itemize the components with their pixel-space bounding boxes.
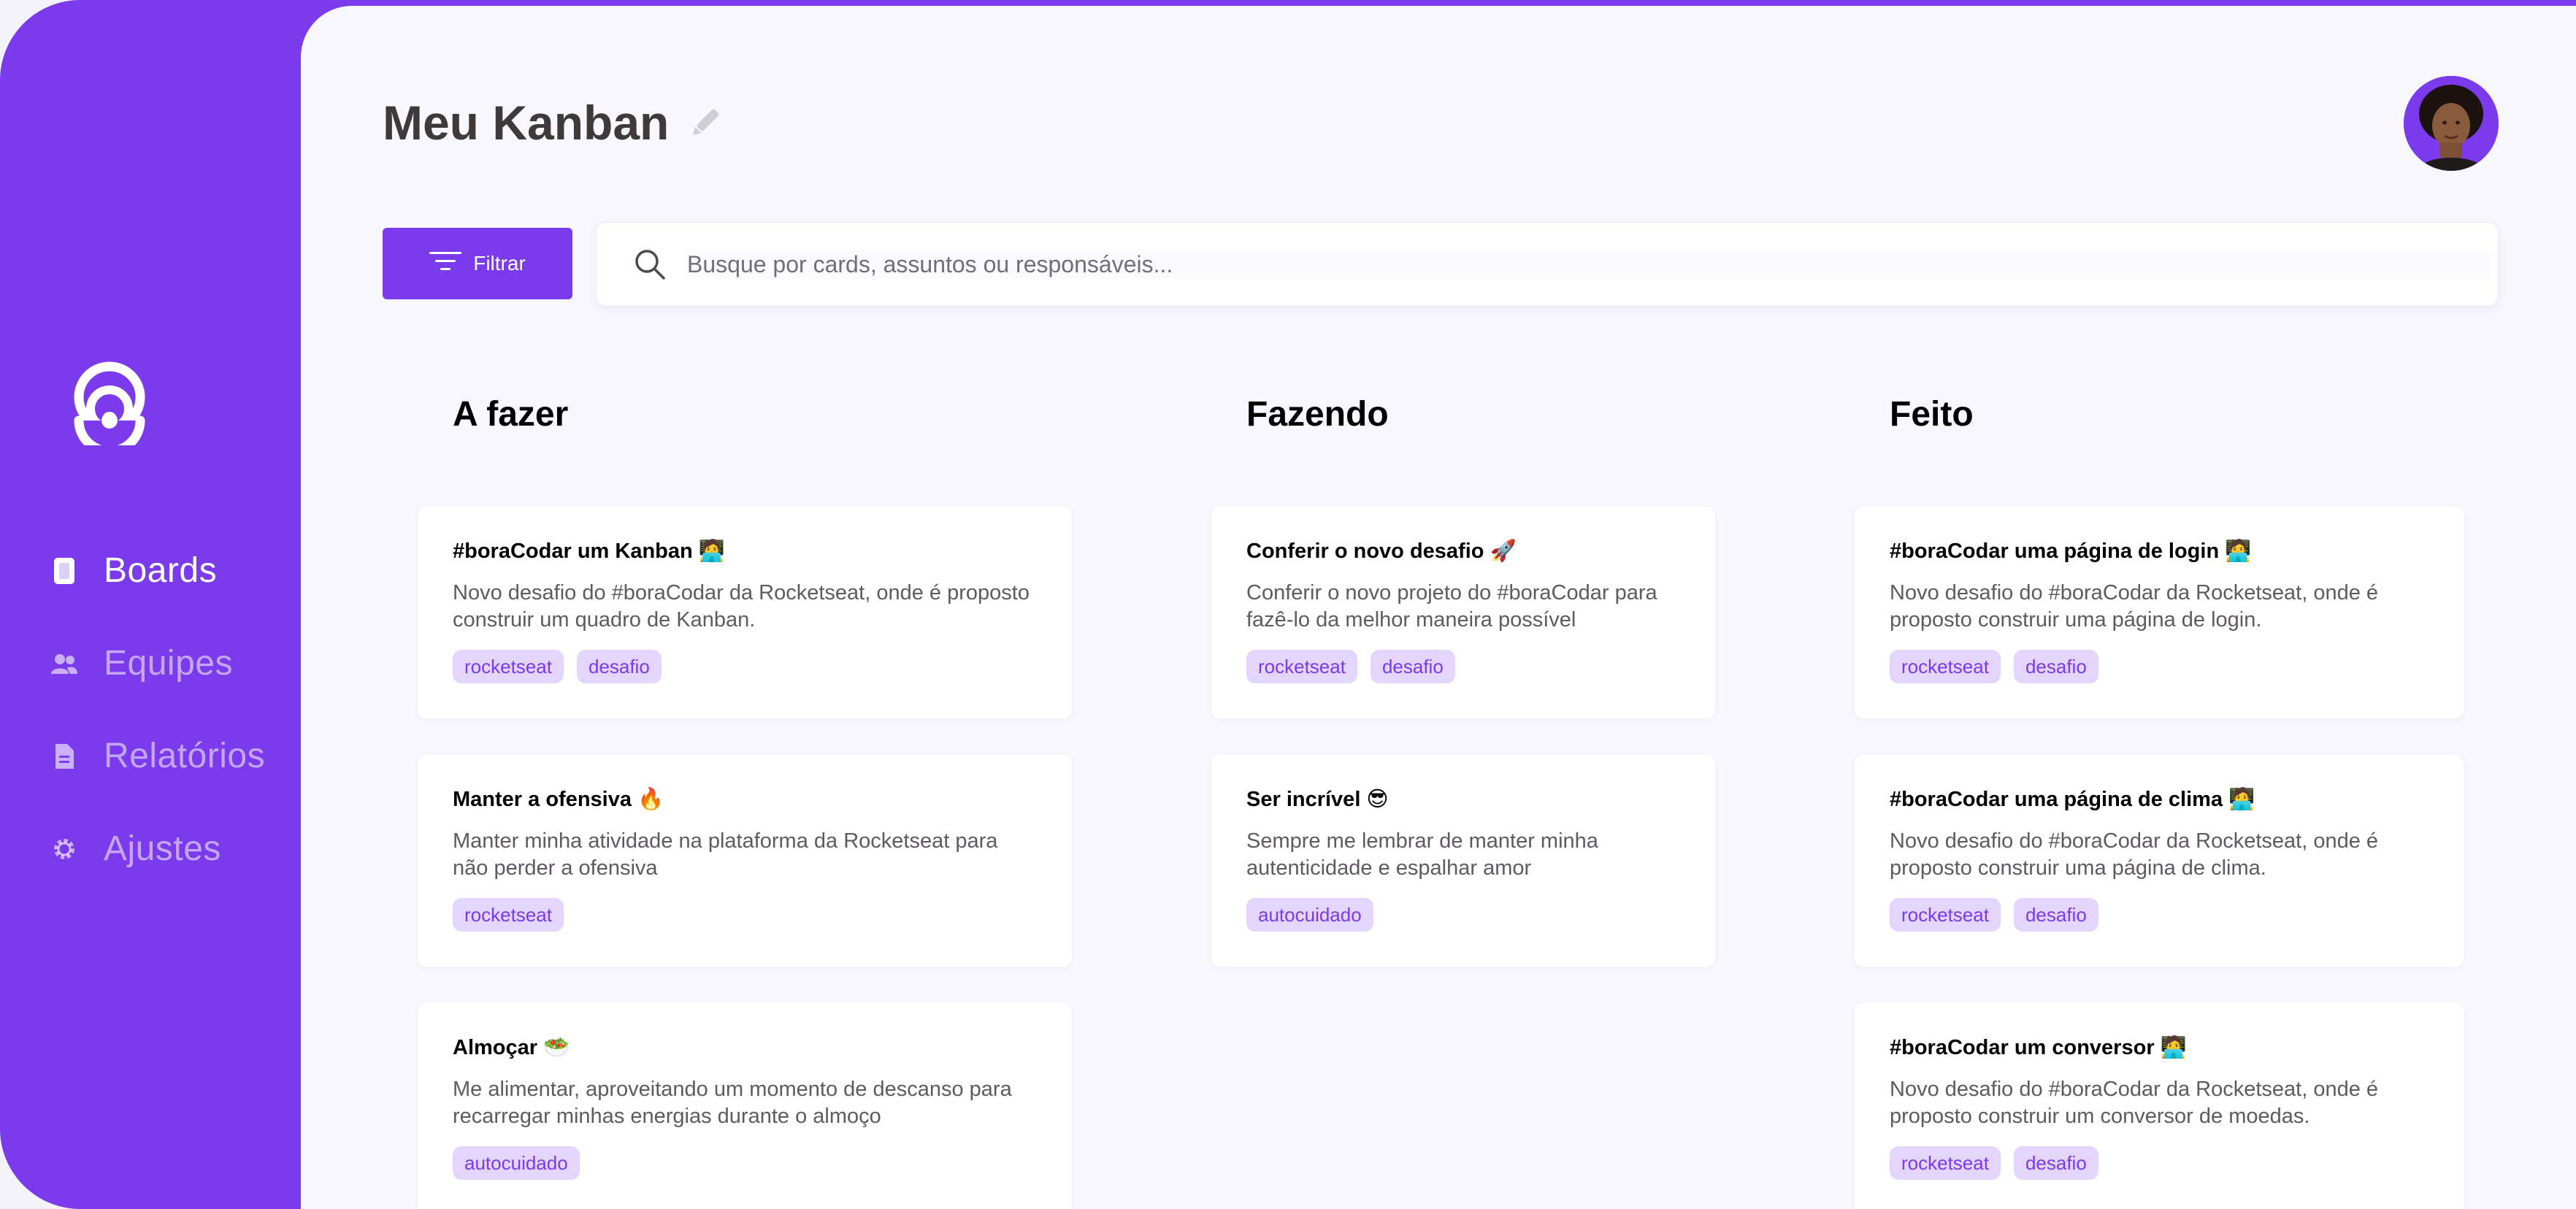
tag-badge[interactable]: rocketseat <box>453 898 564 932</box>
card-tags: rocketseat <box>453 898 1037 932</box>
main-panel: Meu Kanban Filtrar Busque por cards, ass… <box>301 6 2576 1209</box>
card-description: Novo desafio do #boraCodar da Rocketseat… <box>1890 581 2379 632</box>
kanban-card[interactable]: Ser incrível 😎 Sempre me lembrar de mant… <box>1211 755 1715 967</box>
sidebar-item-ajustes[interactable]: Ajustes <box>48 802 265 895</box>
card-description: Novo desafio do #boraCodar da Rocketseat… <box>453 581 1030 632</box>
filter-label: Filtrar <box>473 252 526 275</box>
search-input[interactable] <box>686 250 2489 279</box>
card-description: Manter minha atividade na plataforma da … <box>453 829 998 880</box>
report-icon <box>48 740 80 772</box>
card-tags: rocketseat desafio <box>1890 898 2429 932</box>
tag-badge[interactable]: desafio <box>576 650 662 683</box>
sidebar-item-label: Equipes <box>104 644 233 683</box>
sidebar-item-boards[interactable]: Boards <box>48 524 265 617</box>
rocketseat-logo[interactable] <box>70 358 149 456</box>
sidebar-item-label: Relatórios <box>104 737 266 775</box>
card-title: Almoçar 🥗 <box>453 1036 570 1059</box>
column-title: Feito <box>1890 395 1974 434</box>
page-header: Meu Kanban <box>383 95 726 150</box>
kanban-card[interactable]: #boraCodar uma página de login 🧑‍💻 Novo … <box>1855 507 2464 718</box>
team-icon <box>48 648 80 680</box>
kanban-card[interactable]: Almoçar 🥗 Me alimentar, aproveitando um … <box>418 1003 1072 1209</box>
card-title: #boraCodar um Kanban 🧑‍💻 <box>453 540 725 563</box>
sidebar-item-label: Ajustes <box>104 829 221 868</box>
tag-badge[interactable]: desafio <box>2013 898 2098 932</box>
card-title: Ser incrível 😎 <box>1246 788 1389 811</box>
app-window: Boards Equipes Relatórios Ajustes Meu Ka… <box>0 0 2576 1209</box>
column-title: A fazer <box>453 395 569 434</box>
tag-badge[interactable]: rocketseat <box>1890 1146 2001 1180</box>
card-description: Conferir o novo projeto do #boraCodar pa… <box>1246 581 1657 632</box>
card-tags: rocketseat desafio <box>1246 650 1680 683</box>
sidebar: Boards Equipes Relatórios Ajustes <box>0 0 301 1209</box>
card-title: Manter a ofensiva 🔥 <box>453 788 664 811</box>
card-description: Me alimentar, aproveitando um momento de… <box>453 1078 1012 1128</box>
sidebar-item-label: Boards <box>104 551 218 590</box>
pencil-icon[interactable] <box>685 102 726 143</box>
column-fazendo: Fazendo Conferir o novo desafio 🚀 Confer… <box>1211 385 1715 967</box>
kanban-card[interactable]: #boraCodar um Kanban 🧑‍💻 Novo desafio do… <box>418 507 1072 718</box>
kanban-card[interactable]: #boraCodar uma página de clima 🧑‍💻 Novo … <box>1855 755 2464 967</box>
card-description: Sempre me lembrar de manter minha autent… <box>1246 829 1598 880</box>
sidebar-nav: Boards Equipes Relatórios Ajustes <box>48 524 265 895</box>
tag-badge[interactable]: rocketseat <box>1890 898 2001 932</box>
card-tags: autocuidado <box>453 1146 1037 1180</box>
card-title: #boraCodar um conversor 🧑‍💻 <box>1890 1036 2187 1059</box>
column-a-fazer: A fazer #boraCodar um Kanban 🧑‍💻 Novo de… <box>418 385 1072 1209</box>
tag-badge[interactable]: autocuidado <box>453 1146 580 1180</box>
card-tags: autocuidado <box>1246 898 1680 932</box>
tag-badge[interactable]: autocuidado <box>1246 898 1373 932</box>
filter-button[interactable]: Filtrar <box>383 228 572 299</box>
board-icon <box>48 555 80 587</box>
tag-badge[interactable]: rocketseat <box>1246 650 1357 683</box>
card-description: Novo desafio do #boraCodar da Rocketseat… <box>1890 829 2379 880</box>
tag-badge[interactable]: desafio <box>2013 1146 2098 1180</box>
page-title: Meu Kanban <box>383 96 670 150</box>
kanban-card[interactable]: #boraCodar um conversor 🧑‍💻 Novo desafio… <box>1855 1003 2464 1209</box>
card-title: #boraCodar uma página de login 🧑‍💻 <box>1890 540 2252 563</box>
filter-icon <box>429 250 462 277</box>
column-title: Fazendo <box>1246 395 1389 434</box>
card-tags: rocketseat desafio <box>1890 1146 2429 1180</box>
sidebar-item-equipes[interactable]: Equipes <box>48 617 265 710</box>
card-title: #boraCodar uma página de clima 🧑‍💻 <box>1890 788 2255 811</box>
tag-badge[interactable]: desafio <box>2013 650 2098 683</box>
tag-badge[interactable]: rocketseat <box>1890 650 2001 683</box>
card-title: Conferir o novo desafio 🚀 <box>1246 540 1517 563</box>
card-tags: rocketseat desafio <box>1890 650 2429 683</box>
sidebar-item-relatorios[interactable]: Relatórios <box>48 710 265 802</box>
card-description: Novo desafio do #boraCodar da Rocketseat… <box>1890 1078 2379 1128</box>
kanban-card[interactable]: Conferir o novo desafio 🚀 Conferir o nov… <box>1211 507 1715 718</box>
tag-badge[interactable]: rocketseat <box>453 650 564 683</box>
tag-badge[interactable]: desafio <box>1370 650 1455 683</box>
column-feito: Feito #boraCodar uma página de login 🧑‍💻… <box>1855 385 2464 1209</box>
gear-icon <box>48 833 80 865</box>
user-avatar[interactable] <box>2404 76 2499 171</box>
kanban-card[interactable]: Manter a ofensiva 🔥 Manter minha ativida… <box>418 755 1072 967</box>
card-tags: rocketseat desafio <box>453 650 1037 683</box>
search-bar <box>596 222 2499 307</box>
search-icon <box>633 247 667 281</box>
